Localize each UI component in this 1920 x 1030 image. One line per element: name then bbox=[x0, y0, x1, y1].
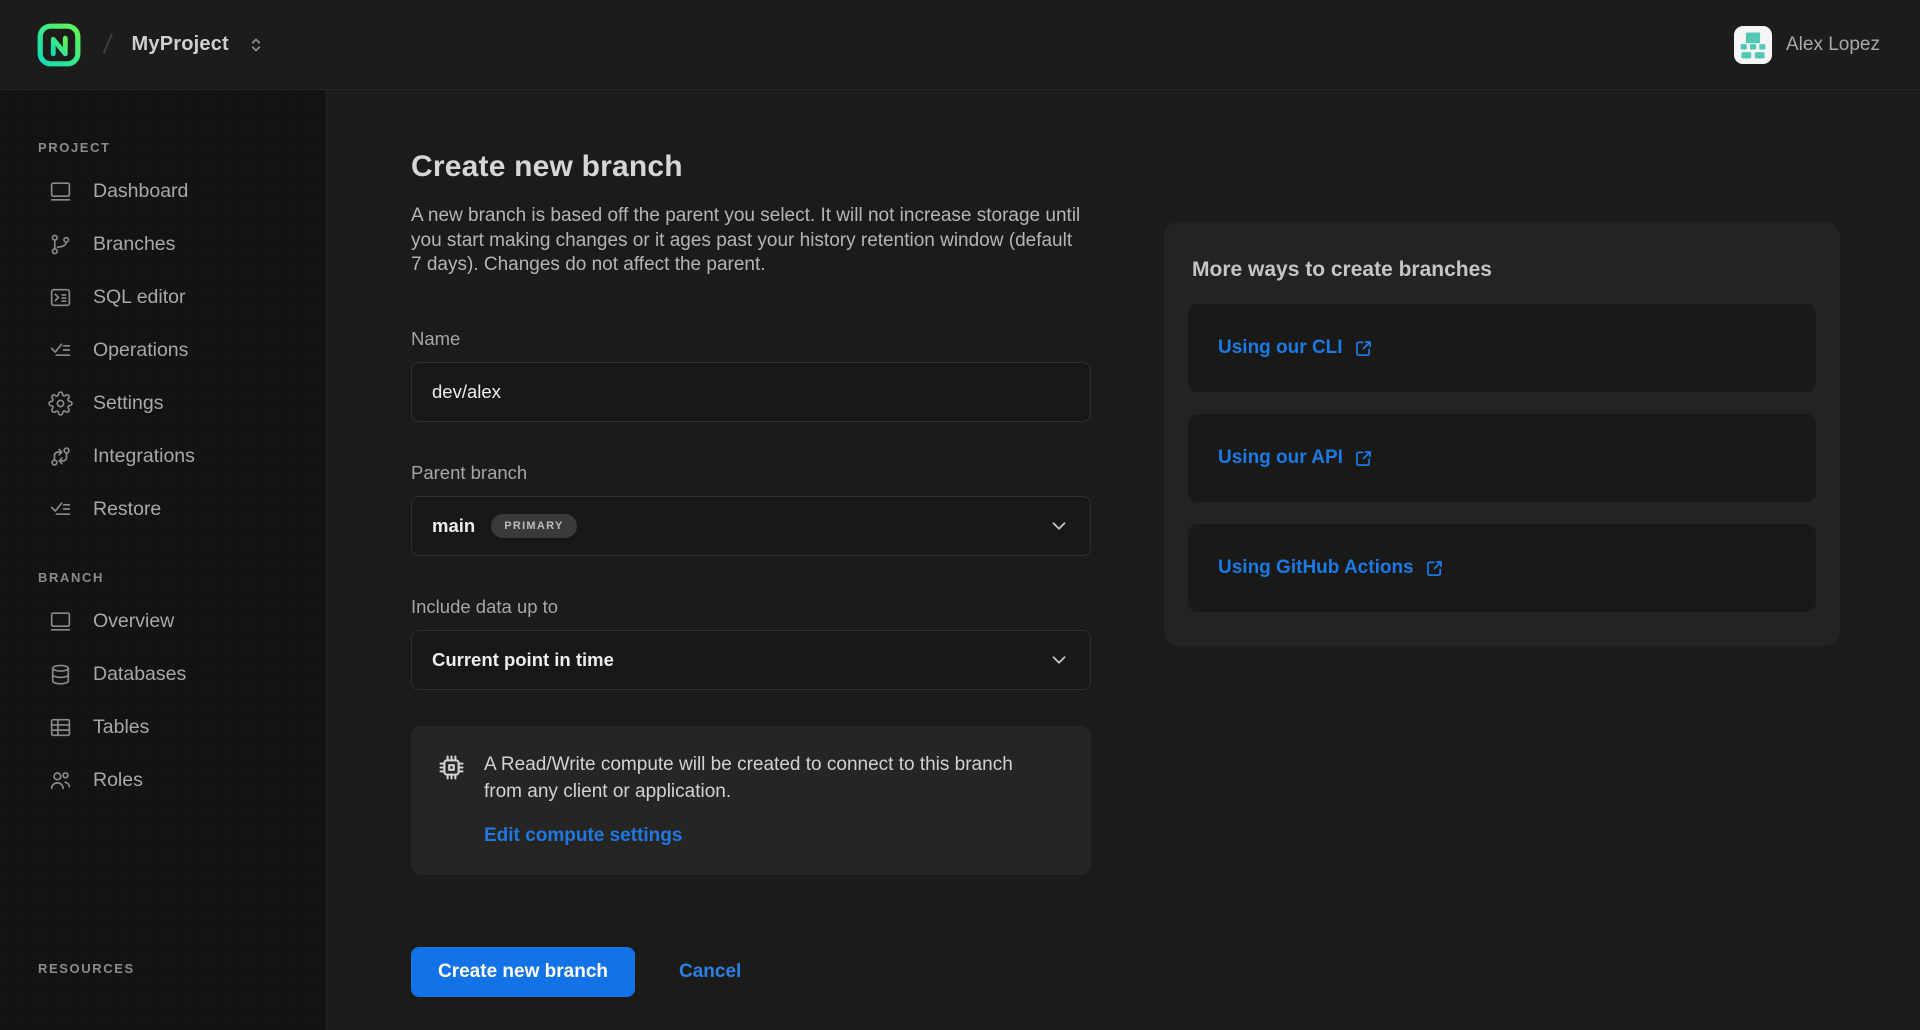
more-ways-title: More ways to create branches bbox=[1192, 258, 1816, 282]
include-data-value: Current point in time bbox=[432, 649, 614, 671]
cancel-link[interactable]: Cancel bbox=[679, 961, 741, 983]
sidebar-item-label: Tables bbox=[93, 716, 149, 739]
sidebar-item-label: Operations bbox=[93, 339, 188, 362]
external-link-icon bbox=[1424, 558, 1445, 579]
compute-note: A Read/Write compute will be created to … bbox=[411, 726, 1091, 875]
sidebar-item-label: SQL editor bbox=[93, 286, 186, 309]
using-cli-label: Using our CLI bbox=[1218, 337, 1343, 359]
sidebar: PROJECT Dashboard Branches SQL editor bbox=[0, 90, 327, 1030]
sidebar-item-sql-editor[interactable]: SQL editor bbox=[0, 271, 326, 324]
sidebar-item-settings[interactable]: Settings bbox=[0, 377, 326, 430]
users-icon bbox=[48, 768, 73, 793]
external-link-icon bbox=[1353, 448, 1374, 469]
more-ways-panel: More ways to create branches Using our C… bbox=[1164, 222, 1840, 646]
sidebar-item-tables[interactable]: Tables bbox=[0, 701, 326, 754]
window-icon bbox=[48, 179, 73, 204]
create-branch-form: Create new branch A new branch is based … bbox=[411, 90, 1091, 997]
using-api-link[interactable]: Using our API bbox=[1218, 447, 1374, 469]
chevron-down-icon bbox=[1048, 649, 1070, 671]
sidebar-item-label: Integrations bbox=[93, 445, 195, 468]
neon-logo[interactable] bbox=[36, 22, 82, 68]
window-icon bbox=[48, 609, 73, 634]
page-description: A new branch is based off the parent you… bbox=[411, 204, 1087, 278]
checklist-icon bbox=[48, 497, 73, 522]
using-api-label: Using our API bbox=[1218, 447, 1343, 469]
sidebar-section-branch: BRANCH bbox=[38, 570, 326, 585]
sidebar-item-label: Roles bbox=[93, 769, 143, 792]
sidebar-item-label: Settings bbox=[93, 392, 163, 415]
api-card[interactable]: Using our API bbox=[1188, 414, 1816, 502]
topbar: / MyProject Alex Lopez bbox=[0, 0, 1920, 90]
sidebar-item-overview[interactable]: Overview bbox=[0, 595, 326, 648]
chevron-down-icon bbox=[1048, 515, 1070, 537]
sidebar-item-label: Dashboard bbox=[93, 180, 188, 203]
external-link-icon bbox=[1353, 338, 1374, 359]
sidebar-section-project: PROJECT bbox=[38, 140, 326, 155]
sidebar-item-roles[interactable]: Roles bbox=[0, 754, 326, 807]
sidebar-item-dashboard[interactable]: Dashboard bbox=[0, 165, 326, 218]
sidebar-item-label: Branches bbox=[93, 233, 175, 256]
breadcrumb-project-name[interactable]: MyProject bbox=[132, 33, 229, 56]
project-selector-icon[interactable] bbox=[245, 34, 267, 56]
sidebar-item-label: Databases bbox=[93, 663, 186, 686]
parent-branch-select[interactable]: main PRIMARY bbox=[411, 496, 1091, 556]
sidebar-item-integrations[interactable]: Integrations bbox=[0, 430, 326, 483]
sidebar-item-operations[interactable]: Operations bbox=[0, 324, 326, 377]
using-github-actions-link[interactable]: Using GitHub Actions bbox=[1218, 557, 1445, 579]
table-icon bbox=[48, 715, 73, 740]
name-field-label: Name bbox=[411, 328, 1091, 350]
edit-compute-settings-link[interactable]: Edit compute settings bbox=[484, 825, 682, 847]
parent-branch-value: main bbox=[432, 515, 475, 537]
terminal-icon bbox=[48, 285, 73, 310]
user-name: Alex Lopez bbox=[1786, 34, 1880, 56]
sidebar-item-branches[interactable]: Branches bbox=[0, 218, 326, 271]
include-data-label: Include data up to bbox=[411, 596, 1091, 618]
using-cli-link[interactable]: Using our CLI bbox=[1218, 337, 1374, 359]
include-data-select[interactable]: Current point in time bbox=[411, 630, 1091, 690]
user-menu[interactable]: Alex Lopez bbox=[1734, 26, 1880, 64]
cli-card[interactable]: Using our CLI bbox=[1188, 304, 1816, 392]
breadcrumb-divider: / bbox=[102, 29, 114, 60]
using-github-actions-label: Using GitHub Actions bbox=[1218, 557, 1414, 579]
create-branch-button[interactable]: Create new branch bbox=[411, 947, 635, 997]
git-compare-icon bbox=[48, 444, 73, 469]
git-branch-icon bbox=[48, 232, 73, 257]
sidebar-item-restore[interactable]: Restore bbox=[0, 483, 326, 536]
branch-name-input[interactable] bbox=[411, 362, 1091, 422]
page-title: Create new branch bbox=[411, 150, 1091, 184]
avatar bbox=[1734, 26, 1772, 64]
cpu-chip-icon bbox=[436, 752, 467, 783]
gear-icon bbox=[48, 391, 73, 416]
compute-note-text: A Read/Write compute will be created to … bbox=[484, 751, 1049, 805]
sidebar-item-label: Overview bbox=[93, 610, 174, 633]
sidebar-section-resources: RESOURCES bbox=[38, 961, 326, 976]
checklist-icon bbox=[48, 338, 73, 363]
sidebar-item-databases[interactable]: Databases bbox=[0, 648, 326, 701]
parent-branch-label: Parent branch bbox=[411, 462, 1091, 484]
main-content: Create new branch A new branch is based … bbox=[327, 90, 1920, 1030]
database-icon bbox=[48, 662, 73, 687]
form-actions: Create new branch Cancel bbox=[411, 947, 1091, 997]
github-actions-card[interactable]: Using GitHub Actions bbox=[1188, 524, 1816, 612]
app-window: / MyProject Alex Lopez PROJECT bbox=[0, 0, 1920, 1030]
primary-badge: PRIMARY bbox=[491, 514, 576, 538]
sidebar-item-label: Restore bbox=[93, 498, 161, 521]
